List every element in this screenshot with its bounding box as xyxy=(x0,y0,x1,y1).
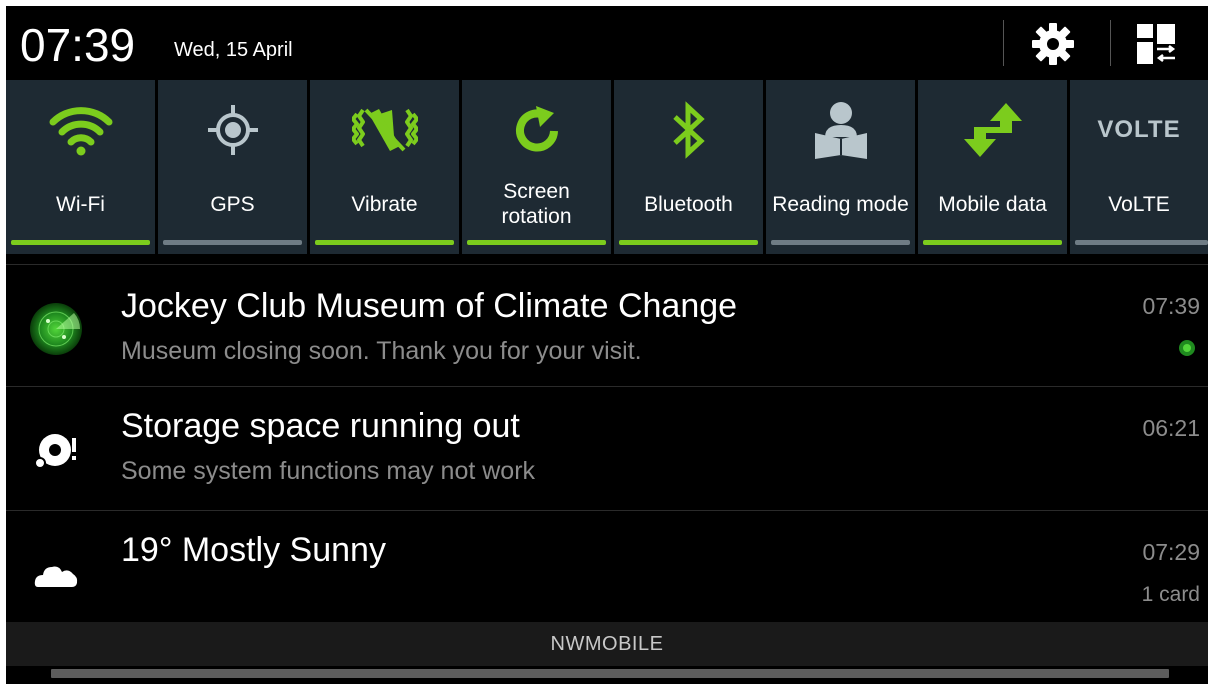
quick-setting-label: Wi-Fi xyxy=(56,192,105,216)
quick-setting-indicator xyxy=(771,240,910,245)
header-divider xyxy=(1110,20,1111,66)
notification-title: Storage space running out xyxy=(121,407,520,445)
screen-rotation-icon xyxy=(515,106,558,152)
vibrate-icon xyxy=(351,108,418,152)
settings-button[interactable] xyxy=(1018,14,1088,74)
notification-item[interactable]: Jockey Club Museum of Climate Change Mus… xyxy=(6,264,1208,386)
notification-shade: 07:39 Wed, 15 April Wi-Fi GPS Vibrate Sc… xyxy=(6,6,1208,684)
volte-icon: VOLTE xyxy=(1097,116,1181,143)
edit-quick-settings-button[interactable] xyxy=(1121,14,1191,74)
reading-mode-icon xyxy=(814,102,867,159)
quick-setting-indicator xyxy=(11,240,150,245)
quick-setting-label: GPS xyxy=(210,192,255,216)
quick-setting-label: Vibrate xyxy=(351,192,418,216)
cloud-icon xyxy=(34,566,78,587)
quick-settings-panel: Wi-Fi GPS Vibrate Screen rotation Blueto… xyxy=(6,80,1208,254)
notification-title: Jockey Club Museum of Climate Change xyxy=(121,287,738,325)
wifi-icon xyxy=(49,107,112,156)
notification-time: 07:29 xyxy=(1142,539,1200,565)
quick-setting-indicator xyxy=(1075,240,1208,245)
notification-title: 19° Mostly Sunny xyxy=(121,531,386,569)
quick-setting-indicator xyxy=(619,240,758,245)
status-header: 07:39 Wed, 15 April xyxy=(6,6,1208,80)
bluetooth-icon xyxy=(672,101,705,159)
gps-icon xyxy=(207,105,258,155)
quick-setting-bluetooth[interactable]: Bluetooth xyxy=(614,80,763,254)
notification-time: 06:21 xyxy=(1142,415,1200,441)
notification-item[interactable]: 19° Mostly Sunny 07:29 1 card xyxy=(6,510,1208,622)
quick-setting-screen-rotation[interactable]: Screen rotation xyxy=(462,80,611,254)
quick-setting-mobile-data[interactable]: Mobile data xyxy=(918,80,1067,254)
quick-setting-indicator xyxy=(467,240,606,245)
drag-handle-area[interactable] xyxy=(6,666,1208,684)
mobile-data-icon xyxy=(963,103,1022,157)
quick-setting-label: Mobile data xyxy=(938,192,1047,216)
quick-setting-volte[interactable]: VOLTE VoLTE xyxy=(1070,80,1208,254)
quick-setting-label: Screen rotation xyxy=(501,180,572,228)
quick-setting-wifi[interactable]: Wi-Fi xyxy=(6,80,155,254)
drag-handle[interactable] xyxy=(51,669,1169,678)
carrier-name: NWMOBILE xyxy=(550,632,664,655)
clock: 07:39 xyxy=(20,19,136,71)
storage-warning-icon xyxy=(34,434,76,469)
quick-setting-gps[interactable]: GPS xyxy=(158,80,307,254)
quick-setting-label: Reading mode xyxy=(772,192,909,216)
small-radar-icon xyxy=(1178,339,1196,362)
date: Wed, 15 April xyxy=(174,39,293,61)
quick-setting-label: VoLTE xyxy=(1108,192,1170,216)
notification-subtitle: Museum closing soon. Thank you for your … xyxy=(121,337,642,365)
quick-setting-reading-mode[interactable]: Reading mode xyxy=(766,80,915,254)
notification-time: 07:39 xyxy=(1142,293,1200,319)
grid-edit-icon xyxy=(1137,24,1176,64)
carrier-bar: NWMOBILE xyxy=(6,622,1208,666)
quick-setting-indicator xyxy=(315,240,454,245)
notification-item[interactable]: Storage space running out Some system fu… xyxy=(6,386,1208,510)
radar-icon xyxy=(30,303,82,355)
header-divider xyxy=(1003,20,1004,66)
quick-setting-indicator xyxy=(163,240,302,245)
notification-card-count: 1 card xyxy=(1141,583,1200,606)
quick-setting-label: Bluetooth xyxy=(644,192,733,216)
gear-icon xyxy=(1032,23,1074,65)
quick-setting-indicator xyxy=(923,240,1062,245)
quick-setting-vibrate[interactable]: Vibrate xyxy=(310,80,459,254)
notification-subtitle: Some system functions may not work xyxy=(121,457,536,485)
